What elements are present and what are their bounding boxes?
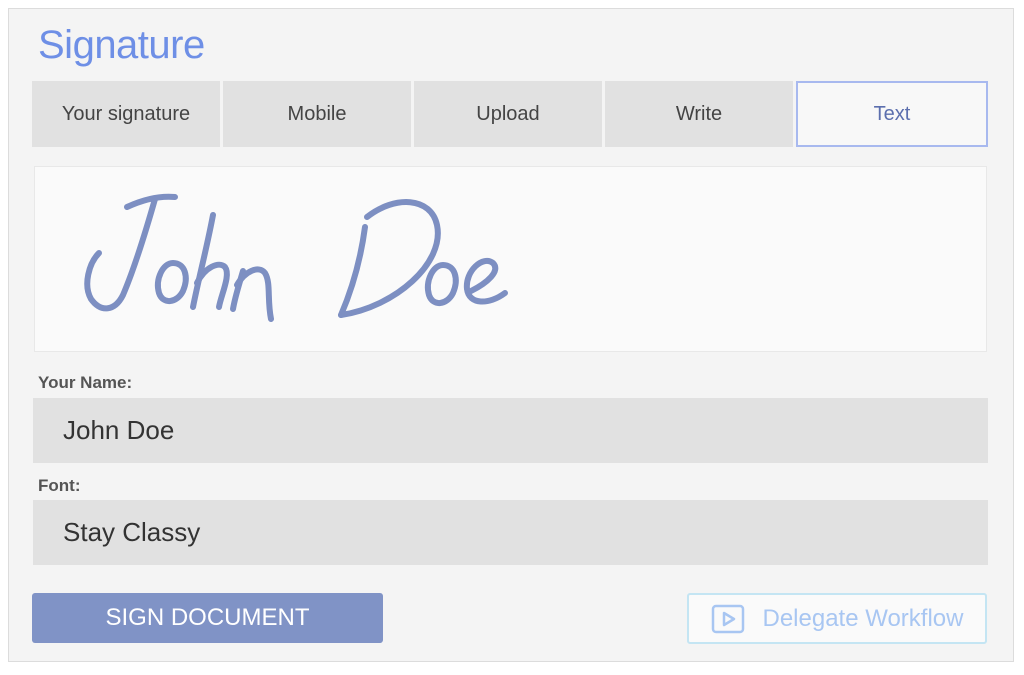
font-select[interactable]: Stay Classy — [33, 500, 988, 565]
tab-your-signature[interactable]: Your signature — [32, 81, 220, 147]
tab-write[interactable]: Write — [605, 81, 793, 147]
signature-preview — [34, 166, 987, 352]
play-icon — [711, 604, 745, 634]
font-label: Font: — [38, 476, 81, 495]
your-name-input[interactable]: John Doe — [33, 398, 988, 463]
page-title: Signature — [38, 23, 205, 67]
tab-mobile[interactable]: Mobile — [223, 81, 411, 147]
sign-document-button[interactable]: SIGN DOCUMENT — [32, 593, 383, 643]
tab-text[interactable]: Text — [796, 81, 988, 147]
tab-upload[interactable]: Upload — [414, 81, 602, 147]
delegate-workflow-button[interactable]: Delegate Workflow — [687, 593, 987, 644]
signature-tabs: Your signature Mobile Upload Write Text — [32, 81, 988, 147]
delegate-workflow-label: Delegate Workflow — [762, 604, 964, 632]
signature-panel: Signature Your signature Mobile Upload W… — [8, 8, 1014, 662]
your-name-label: Your Name: — [38, 373, 133, 392]
signature-drawing — [84, 193, 508, 322]
